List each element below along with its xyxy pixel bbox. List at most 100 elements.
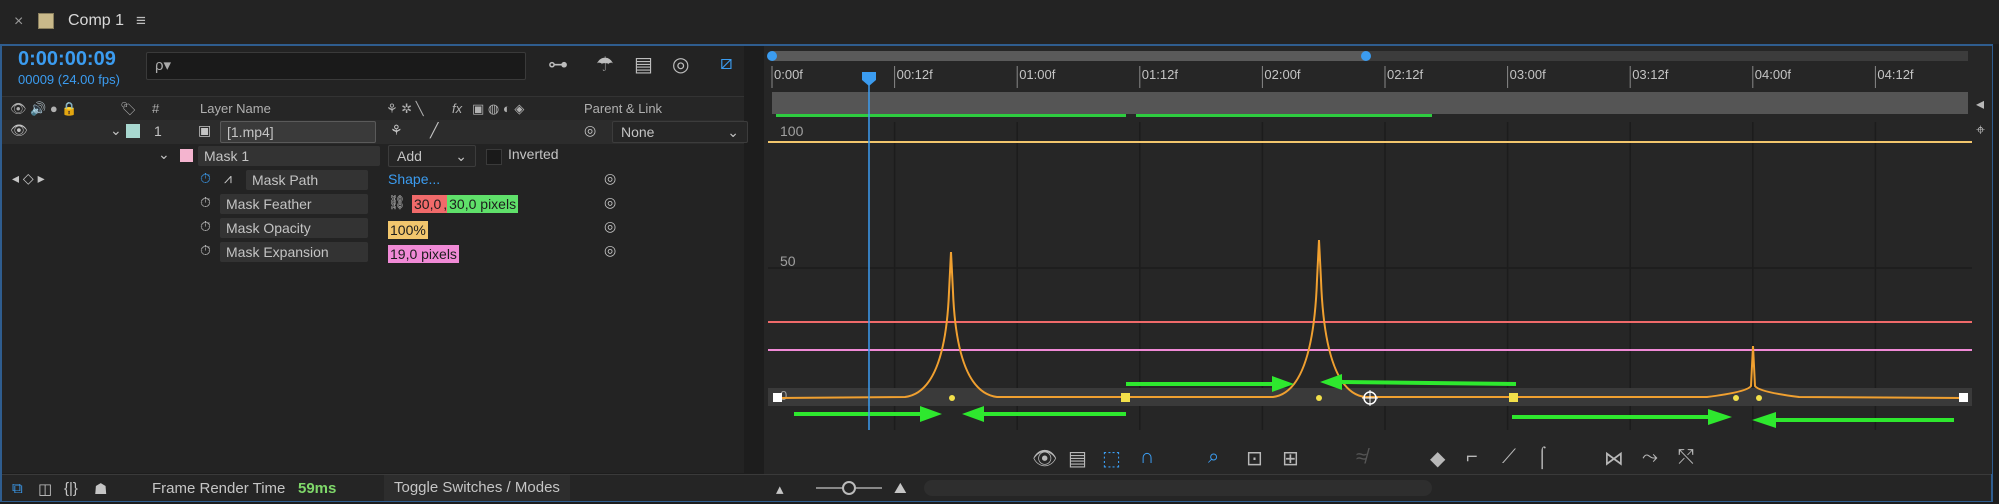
playhead-handle[interactable] bbox=[862, 72, 876, 86]
keyframe-marker[interactable] bbox=[1121, 393, 1130, 402]
layer-index: 1 bbox=[154, 123, 162, 139]
stopwatch-icon[interactable]: ⏱ bbox=[200, 218, 211, 235]
graph-options-icon[interactable]: ▤ bbox=[1068, 446, 1087, 471]
feather-value[interactable]: 30,0, 30,0 pixels bbox=[412, 195, 519, 213]
property-row-mask-opacity[interactable]: ⏱ Mask Opacity 100% ◎ bbox=[2, 216, 744, 240]
graph-value-50: 50 bbox=[780, 253, 796, 269]
stopwatch-icon[interactable]: ⏱ bbox=[200, 194, 211, 211]
work-area-bar[interactable] bbox=[772, 51, 1366, 61]
property-row-mask-expansion[interactable]: ⏱ Mask Expansion 19,0 pixels ◎ bbox=[2, 240, 744, 264]
property-row-mask-feather[interactable]: ⏱ Mask Feather ⛓ 30,0, 30,0 pixels ◎ bbox=[2, 192, 744, 216]
layer-switches-icon[interactable]: ⧉ bbox=[12, 480, 23, 497]
panel-menu-icon[interactable]: ≡ bbox=[136, 11, 146, 31]
bezier-handle[interactable] bbox=[949, 395, 955, 401]
stopwatch-icon[interactable]: ⏱ bbox=[200, 170, 211, 187]
visibility-eye-icon[interactable]: 👁 bbox=[10, 122, 28, 139]
close-tab-button[interactable]: × bbox=[14, 13, 23, 31]
mask-color-swatch[interactable] bbox=[180, 149, 193, 162]
mask-row[interactable]: ⌄ Mask 1 Add ⌄ Inverted bbox=[2, 144, 744, 168]
graph-editor-icon[interactable]: ⧄ bbox=[720, 52, 733, 75]
hide-shy-layers-icon[interactable]: ▤ bbox=[634, 52, 653, 77]
separate-dimensions-icon[interactable]: ≉ bbox=[1356, 446, 1367, 469]
keyframe-marker[interactable] bbox=[773, 393, 782, 402]
ruler-label: 0:00f bbox=[774, 67, 803, 82]
frame-render-label: Frame Render Time bbox=[152, 480, 286, 497]
linear-keyframe-icon[interactable]: ⟋ bbox=[1502, 446, 1516, 469]
in-out-icon[interactable]: {|} bbox=[64, 480, 78, 497]
expression-pickwhip-icon[interactable]: ◎ bbox=[604, 218, 616, 235]
mask-name[interactable]: Mask 1 bbox=[198, 146, 380, 166]
work-area-end-handle[interactable] bbox=[1361, 51, 1371, 61]
draft-3d-icon[interactable]: ☂ bbox=[596, 52, 614, 77]
hold-keyframe-icon[interactable]: ⌐ bbox=[1466, 446, 1478, 469]
auto-zoom-icon[interactable]: ⌕ bbox=[1208, 446, 1219, 469]
arrow-left bbox=[1341, 380, 1517, 386]
inverted-checkbox[interactable] bbox=[486, 149, 502, 165]
column-layer-name[interactable]: Layer Name bbox=[200, 101, 271, 116]
column-parent-link[interactable]: Parent & Link bbox=[584, 101, 662, 116]
ruler-label: 02:12f bbox=[1387, 67, 1424, 82]
keyframe-marker[interactable] bbox=[1959, 393, 1968, 402]
keyframe-navigator-icon[interactable]: ◂ ◇ ▸ bbox=[12, 170, 45, 187]
link-icon[interactable]: ⛓ bbox=[388, 194, 406, 211]
chevron-down-icon: ⌄ bbox=[727, 124, 739, 140]
show-properties-eye-icon[interactable]: 👁 bbox=[1032, 446, 1057, 471]
pickwhip-icon[interactable]: ◎ bbox=[584, 122, 596, 139]
expand-chevron-icon[interactable]: ⌄ bbox=[110, 122, 122, 139]
mask-mode-dropdown[interactable]: Add ⌄ bbox=[388, 145, 476, 167]
bezier-handle[interactable] bbox=[1733, 395, 1739, 401]
motion-blur-icon[interactable]: ◎ bbox=[672, 52, 689, 77]
fit-all-icon[interactable]: ⊞ bbox=[1282, 446, 1299, 471]
comp-tab-title[interactable]: Comp 1 bbox=[68, 12, 124, 30]
inverted-label: Inverted bbox=[508, 146, 559, 162]
time-ruler[interactable]: 0:00f 00:12f 01:00f 01:12f 02:00f 02:12f 03:00… bbox=[771, 66, 1914, 88]
stopwatch-icon[interactable]: ⏱ bbox=[200, 242, 211, 259]
composition-flowchart-icon[interactable]: ⊶ bbox=[548, 52, 568, 77]
feather-y-value[interactable]: 30,0 pixels bbox=[447, 195, 519, 213]
render-time-icon[interactable]: ☗ bbox=[94, 480, 107, 498]
parent-dropdown[interactable]: None ⌄ bbox=[612, 121, 748, 143]
feather-x-value[interactable]: 30,0 bbox=[412, 195, 444, 213]
zoom-in-icon[interactable]: ⛰ bbox=[894, 480, 907, 497]
bezier-handle[interactable] bbox=[1316, 395, 1322, 401]
graph-canvas[interactable]: 0:00f 00:12f 01:00f 01:12f 02:00f 02:12f 03:00… bbox=[764, 46, 1992, 476]
layer-duration-bar[interactable] bbox=[772, 92, 1968, 114]
layer-label-color[interactable] bbox=[126, 124, 140, 138]
work-area-start-handle[interactable] bbox=[767, 51, 777, 61]
bezier-handle[interactable] bbox=[1756, 395, 1762, 401]
pin-icon[interactable]: ⌖ bbox=[1976, 122, 1985, 140]
render-bar-segment bbox=[1136, 114, 1432, 117]
collapse-arrow-icon[interactable]: ◂ bbox=[1976, 94, 1984, 114]
easy-ease-out-icon[interactable]: ⤲ bbox=[1678, 446, 1694, 469]
graph-toggle-icon[interactable]: ⩘ bbox=[224, 170, 232, 187]
toggle-switches-modes-button[interactable]: Toggle Switches / Modes bbox=[384, 475, 570, 501]
edit-keyframe-icon[interactable]: ◆ bbox=[1430, 446, 1445, 471]
quality-switch-icon[interactable]: ╱ bbox=[430, 122, 438, 139]
easy-ease-in-icon[interactable]: ⤳ bbox=[1642, 446, 1658, 469]
layer-row[interactable]: 👁 ⌄ 1 ▣ [1.mp4] ⚘ ╱ ◎ None ⌄ bbox=[2, 120, 748, 144]
mask-path-value[interactable]: Shape... bbox=[388, 171, 440, 187]
opacity-value[interactable]: 100% bbox=[388, 221, 428, 239]
graph-editor[interactable]: 0:00f 00:12f 01:00f 01:12f 02:00f 02:12f 03:00… bbox=[764, 46, 1992, 476]
zoom-out-icon[interactable]: ▴ bbox=[776, 480, 784, 498]
label-tag-icon[interactable]: 🏷 bbox=[120, 101, 137, 117]
current-timecode[interactable]: 0:00:00:09 bbox=[18, 48, 116, 71]
easy-ease-icon[interactable]: ⋈ bbox=[1604, 446, 1624, 471]
expression-pickwhip-icon[interactable]: ◎ bbox=[604, 170, 616, 187]
horizontal-scrollbar[interactable] bbox=[924, 480, 1432, 496]
transform-box-icon[interactable]: ⬚ bbox=[1102, 446, 1121, 471]
expression-pickwhip-icon[interactable]: ◎ bbox=[604, 194, 616, 211]
search-box[interactable]: ρ▾ bbox=[146, 52, 526, 80]
transfer-controls-icon[interactable]: ◫ bbox=[38, 480, 52, 498]
layer-name[interactable]: [1.mp4] bbox=[220, 121, 376, 143]
expansion-value[interactable]: 19,0 pixels bbox=[388, 245, 459, 263]
keyframe-marker[interactable] bbox=[1509, 393, 1518, 402]
auto-bezier-icon[interactable]: ⌠ bbox=[1536, 446, 1548, 469]
fit-selection-icon[interactable]: ⊡ bbox=[1246, 446, 1263, 471]
expression-pickwhip-icon[interactable]: ◎ bbox=[604, 242, 616, 259]
property-row-mask-path[interactable]: ◂ ◇ ▸ ⏱ ⩘ Mask Path Shape... ◎ bbox=[2, 168, 744, 192]
shy-switch-icon[interactable]: ⚘ bbox=[390, 122, 403, 139]
mask-expand-chevron-icon[interactable]: ⌄ bbox=[158, 146, 170, 163]
snapping-magnet-icon[interactable]: ∩ bbox=[1140, 446, 1154, 469]
zoom-slider-thumb[interactable] bbox=[842, 481, 856, 495]
